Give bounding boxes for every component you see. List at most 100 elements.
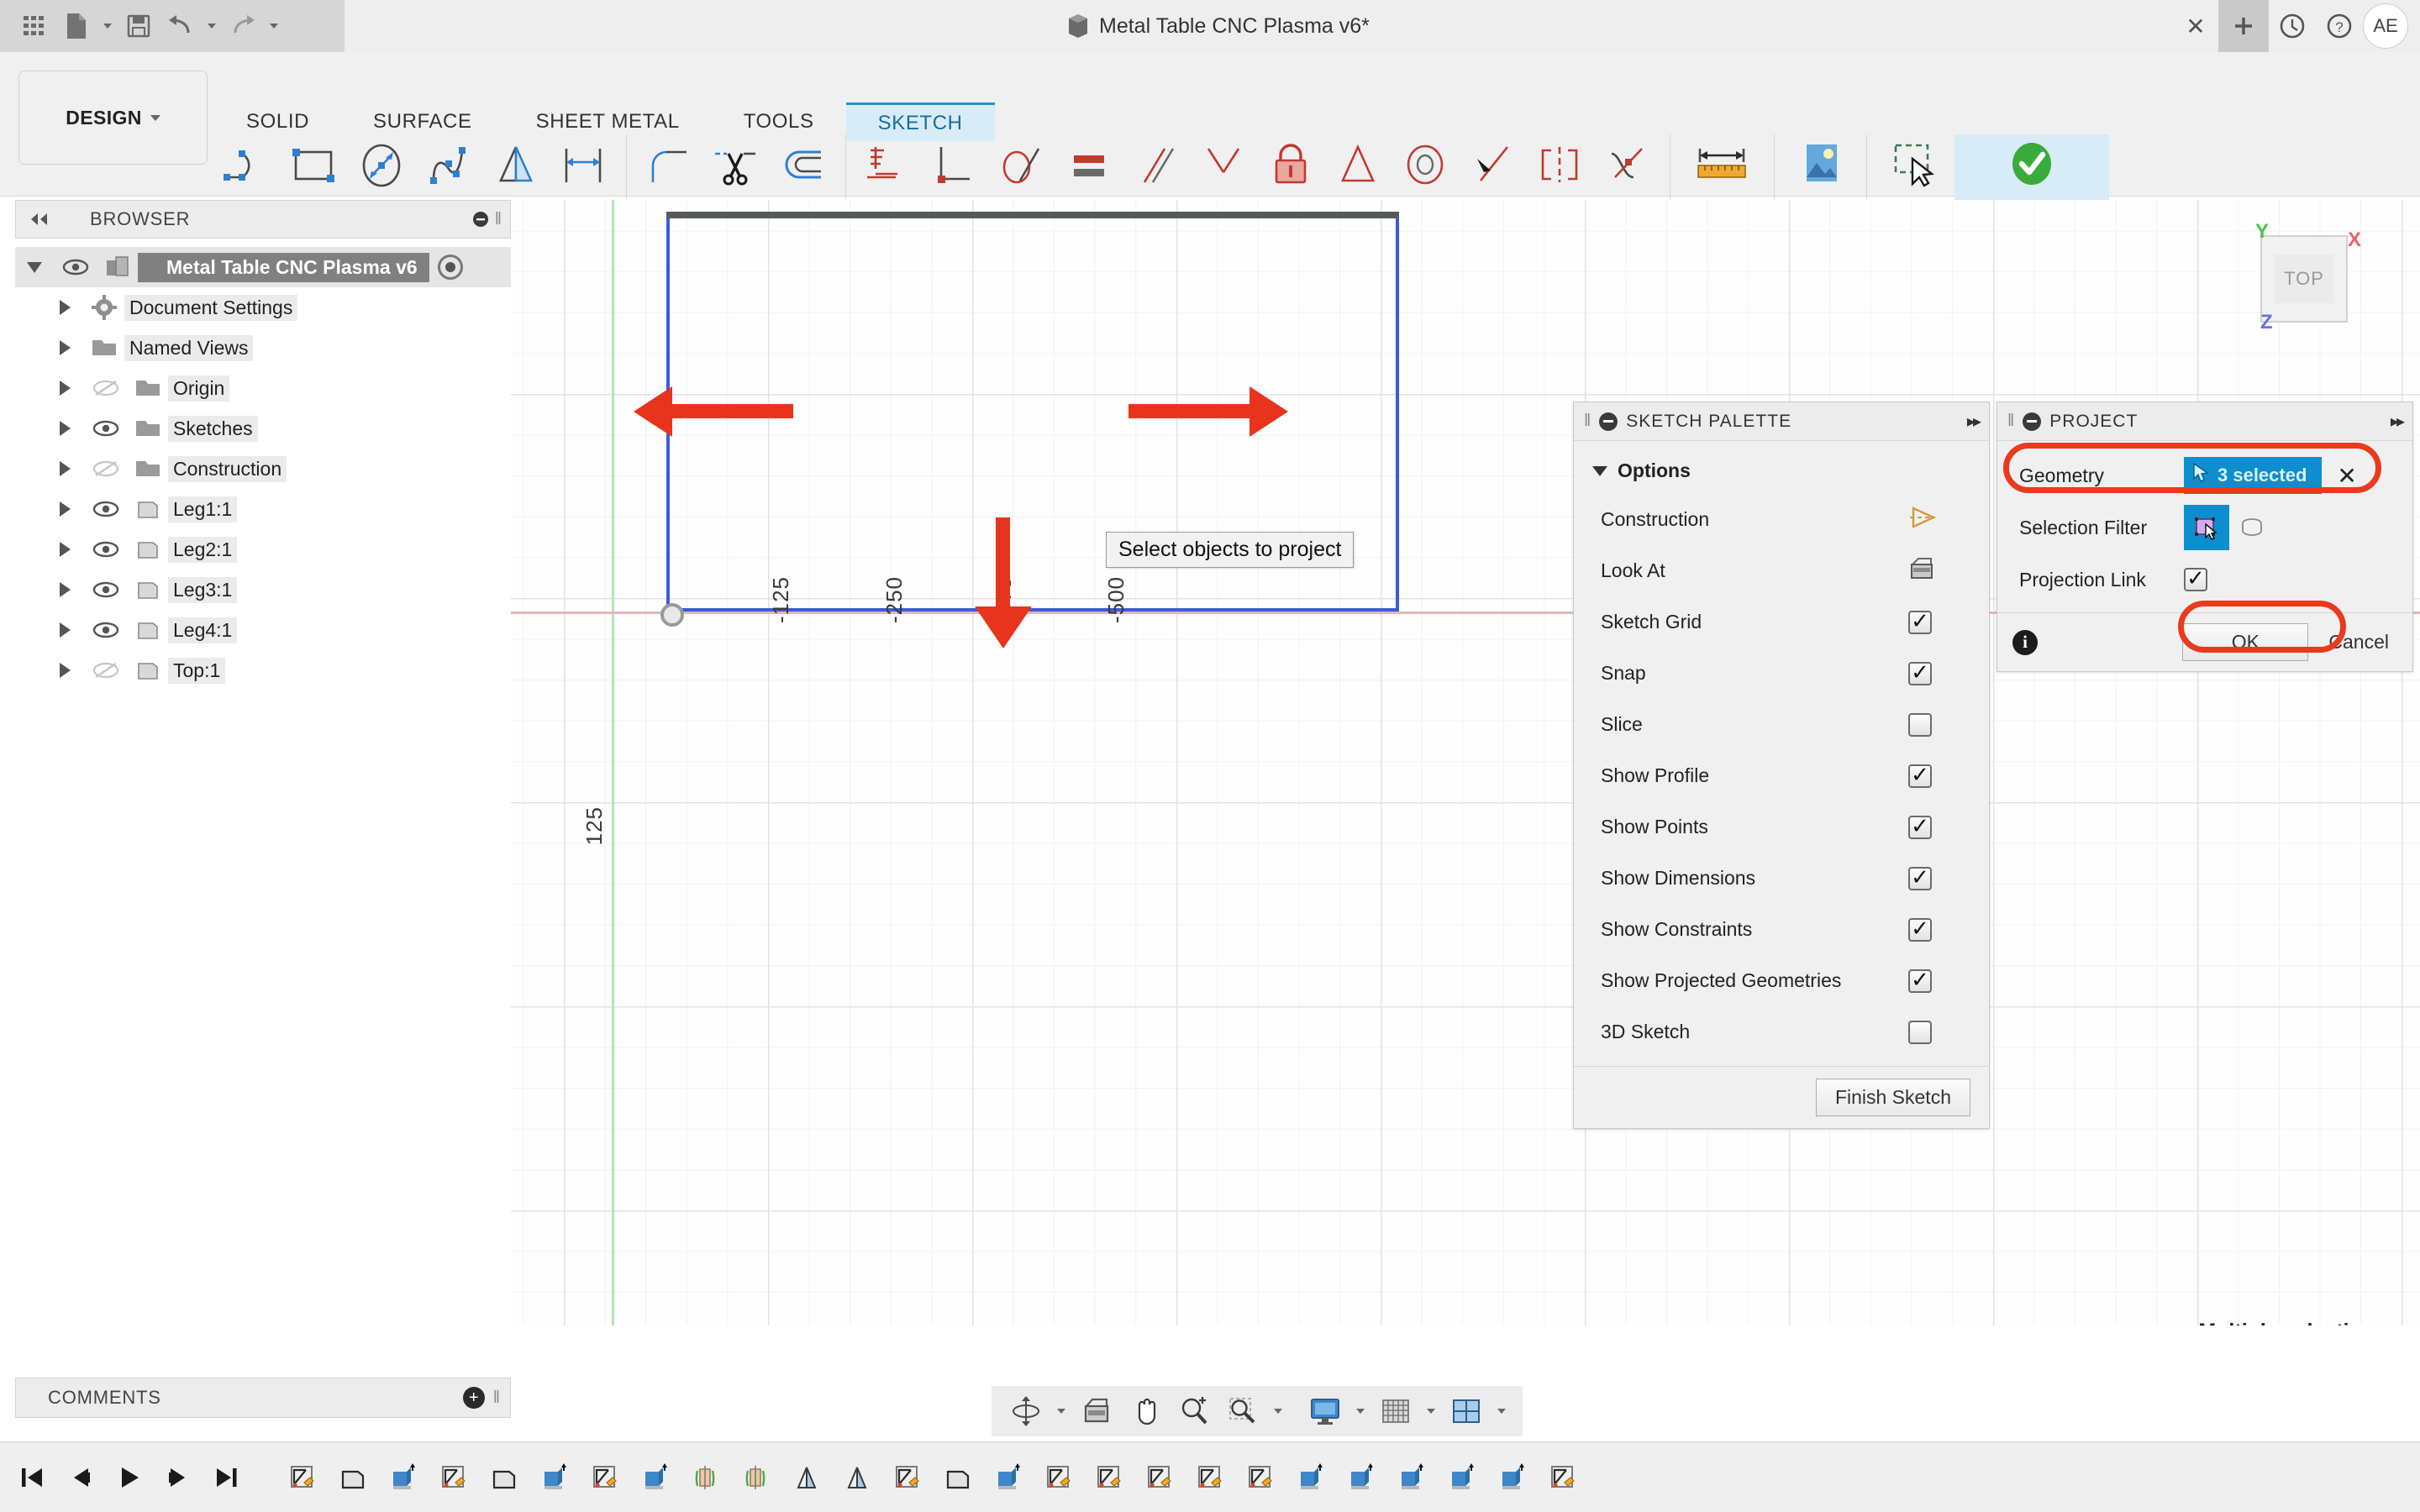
spline-icon[interactable]	[416, 134, 483, 197]
finish-sketch-button[interactable]: Finish Sketch	[1815, 1079, 1970, 1116]
timeline-item-sketch[interactable]	[1235, 1442, 1286, 1512]
timeline-item-sketch[interactable]	[277, 1442, 328, 1512]
chevron-right-icon[interactable]	[45, 501, 84, 517]
panel-grip-icon[interactable]: ‖	[2007, 412, 2014, 431]
pan-icon[interactable]	[1121, 1388, 1170, 1435]
tree-item-label[interactable]: Leg3:1	[168, 576, 238, 603]
offset-icon[interactable]	[770, 134, 837, 197]
tree-item-leg4[interactable]: Leg4:1	[15, 610, 511, 650]
zoom-dropdown-caret[interactable]	[1267, 1388, 1289, 1435]
timeline-item-sketch[interactable]	[580, 1442, 630, 1512]
panel-expand-icon[interactable]: ▸▸	[1967, 411, 1981, 432]
geometry-selection-chip[interactable]: 3 selected	[2184, 457, 2323, 494]
timeline-item-body[interactable]	[328, 1442, 378, 1512]
snap-checkbox[interactable]	[1908, 661, 1932, 685]
cancel-button[interactable]: Cancel	[2320, 624, 2397, 660]
visibility-eye-icon[interactable]	[84, 581, 128, 598]
midpoint-icon[interactable]	[1325, 134, 1392, 197]
visibility-eye-icon[interactable]	[84, 501, 128, 517]
panel-grip-icon[interactable]: ‖	[495, 210, 502, 229]
visibility-eye-off-icon[interactable]	[84, 662, 128, 679]
redo-icon[interactable]	[224, 7, 262, 45]
chevron-right-icon[interactable]	[45, 381, 84, 396]
palette-row-look-at[interactable]: Look At	[1574, 545, 1989, 596]
chevron-right-icon[interactable]	[45, 461, 84, 476]
measure-icon[interactable]	[1685, 134, 1759, 197]
palette-row-slice[interactable]: Slice	[1574, 699, 1989, 750]
step-forward-icon[interactable]	[161, 1457, 195, 1499]
tree-item-sketches[interactable]: Sketches	[15, 408, 511, 449]
timeline-item-revolve[interactable]	[681, 1442, 731, 1512]
view-cube[interactable]: TOP Y X Z	[2242, 217, 2368, 343]
panel-grip-icon[interactable]: ‖	[1584, 412, 1591, 431]
palette-row-show-points[interactable]: Show Points	[1574, 801, 1989, 853]
grid-menu-icon[interactable]	[15, 7, 54, 45]
projection-link-checkbox[interactable]	[2184, 568, 2207, 591]
slice-checkbox[interactable]	[1908, 712, 1932, 737]
sketch-grid-checkbox[interactable]	[1908, 610, 1932, 634]
symmetry-icon[interactable]	[1527, 134, 1594, 197]
orbit-dropdown-caret[interactable]	[1050, 1388, 1072, 1435]
horizontal-vertical-icon[interactable]	[855, 134, 922, 197]
sketch-canvas[interactable]: -125 -250 -375 -500 125 Select objects t…	[511, 200, 2420, 1326]
tree-item-label[interactable]: Document Settings	[124, 294, 298, 321]
viewports-dropdown-caret[interactable]	[1491, 1388, 1512, 1435]
tree-item-label[interactable]: Named Views	[124, 334, 254, 361]
orbit-icon[interactable]	[1002, 1388, 1050, 1435]
construction-icon[interactable]	[1908, 506, 1937, 534]
zoom-icon[interactable]	[1170, 1388, 1218, 1435]
trim-icon[interactable]	[702, 134, 770, 197]
ok-button[interactable]: OK	[2182, 623, 2309, 661]
panel-minimize-icon[interactable]	[1599, 412, 1618, 431]
panel-minimize-icon[interactable]	[466, 207, 495, 232]
avatar[interactable]: AE	[2363, 3, 2408, 49]
timeline-item-extrude[interactable]	[529, 1442, 580, 1512]
viewports-icon[interactable]	[1442, 1388, 1491, 1435]
look-at-icon[interactable]	[1072, 1388, 1121, 1435]
timeline-item-sketch[interactable]	[1538, 1442, 1588, 1512]
new-file-dropdown-caret[interactable]	[99, 7, 116, 45]
palette-row-show-dimensions[interactable]: Show Dimensions	[1574, 853, 1989, 904]
timeline-item-extrude[interactable]	[1286, 1442, 1336, 1512]
timeline-item-body[interactable]	[933, 1442, 983, 1512]
panel-expand-icon[interactable]: ▸▸	[2391, 411, 2405, 432]
go-to-start-icon[interactable]	[15, 1457, 49, 1499]
tree-item-document-settings[interactable]: Document Settings	[15, 287, 511, 328]
document-tab[interactable]: Metal Table CNC Plasma v6*	[1067, 13, 1370, 39]
3d-sketch-checkbox[interactable]	[1908, 1020, 1932, 1044]
save-icon[interactable]	[119, 7, 158, 45]
collinear-icon[interactable]	[1191, 134, 1258, 197]
display-settings-icon[interactable]	[1301, 1388, 1349, 1435]
tree-item-named-views[interactable]: Named Views	[15, 328, 511, 368]
step-back-icon[interactable]	[64, 1457, 97, 1499]
tree-item-leg3[interactable]: Leg3:1	[15, 570, 511, 610]
timeline-item-sketch[interactable]	[1034, 1442, 1084, 1512]
insert-image-icon[interactable]	[1784, 134, 1858, 197]
tree-item-construction[interactable]: Construction	[15, 449, 511, 489]
visibility-eye-off-icon[interactable]	[84, 460, 128, 477]
timeline-item-sketch[interactable]	[1185, 1442, 1235, 1512]
comments-panel[interactable]: COMMENTS + ‖	[15, 1378, 511, 1418]
options-section-header[interactable]: Options	[1574, 453, 1989, 494]
origin-point[interactable]	[660, 603, 684, 627]
grid-dropdown-caret[interactable]	[1420, 1388, 1442, 1435]
mirror-icon[interactable]	[483, 134, 550, 197]
coincident-icon[interactable]	[1460, 134, 1527, 197]
clear-selection-icon[interactable]: ✕	[2337, 462, 2356, 490]
visibility-eye-icon[interactable]	[84, 541, 128, 558]
show-dimensions-checkbox[interactable]	[1908, 866, 1932, 890]
concentric-icon[interactable]	[1392, 134, 1460, 197]
timeline-item-sketch[interactable]	[429, 1442, 479, 1512]
timeline-item-extrude[interactable]	[1386, 1442, 1437, 1512]
curvature-icon[interactable]	[1594, 134, 1661, 197]
tree-item-top[interactable]: Top:1	[15, 650, 511, 690]
plus-icon[interactable]: +	[462, 1387, 485, 1409]
parallel-icon[interactable]	[1123, 134, 1191, 197]
new-tab-icon[interactable]	[2218, 0, 2269, 52]
tree-item-leg1[interactable]: Leg1:1	[15, 489, 511, 529]
timeline-item-sketch[interactable]	[1084, 1442, 1134, 1512]
close-tab-icon[interactable]: ✕	[2173, 0, 2218, 52]
timeline-item-mirror[interactable]	[781, 1442, 832, 1512]
palette-row-sketch-grid[interactable]: Sketch Grid	[1574, 596, 1989, 648]
select-face-icon[interactable]	[2184, 505, 2229, 550]
